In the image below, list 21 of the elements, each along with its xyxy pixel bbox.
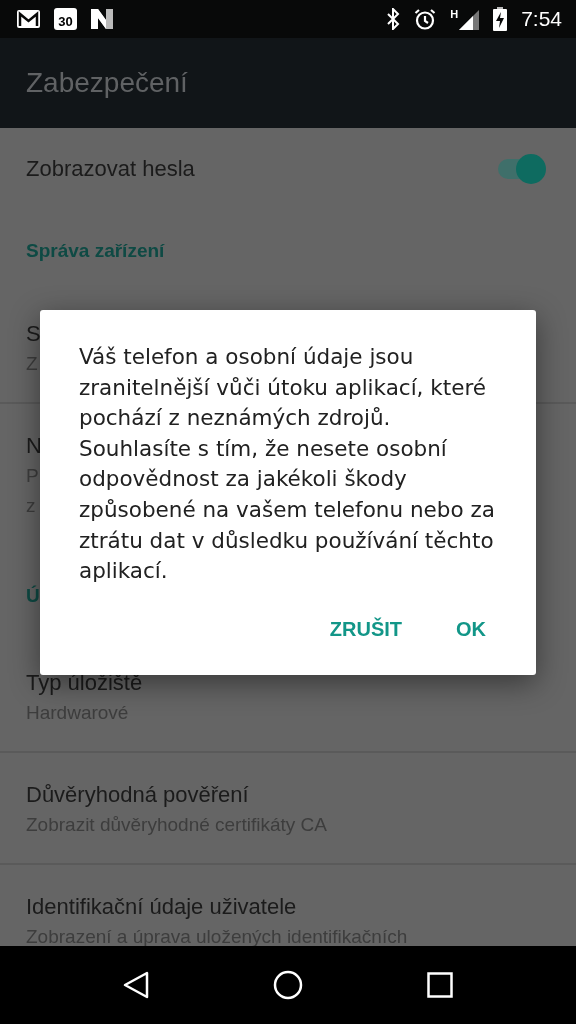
setting-title[interactable]: S (26, 319, 41, 349)
setting-title[interactable]: Důvěryhodná pověření (26, 780, 249, 810)
category-header: Správa zařízení (26, 240, 165, 262)
setting-title: Zobrazovat hesla (26, 155, 195, 183)
mail-icon (17, 10, 40, 28)
network-type: H (450, 8, 459, 20)
dialog-button[interactable]: OK (440, 608, 502, 651)
dialog-button[interactable]: ZRUŠIT (313, 608, 418, 651)
dialog-message: Váš telefon a osobní údaje jsou zranitelnější vůči útoku aplikací, které pochází z neznámých zdrojů. Souhlasíte s tím, že nesete osobní odpovědnost za jakékoli škody způsobené na vašem telefonu nebo za ztrátu dat v důsledku používání těchto aplikací. (79, 343, 496, 586)
toggle-switch[interactable] (496, 154, 546, 184)
calendar-icon: 30 (54, 8, 77, 30)
battery-charging-icon (493, 7, 508, 31)
setting-title[interactable]: N (26, 431, 42, 461)
letter-n-logo-icon (91, 9, 113, 29)
bluetooth-icon (386, 8, 401, 30)
setting-title[interactable]: Identifikační údaje uživatele (26, 892, 297, 922)
screen-title: Zabezpečení (26, 67, 188, 99)
alarm-clock-icon (414, 8, 437, 30)
clock: 7:54 (521, 7, 562, 31)
signal-icon (459, 8, 480, 30)
category-header: Ú (26, 585, 40, 607)
